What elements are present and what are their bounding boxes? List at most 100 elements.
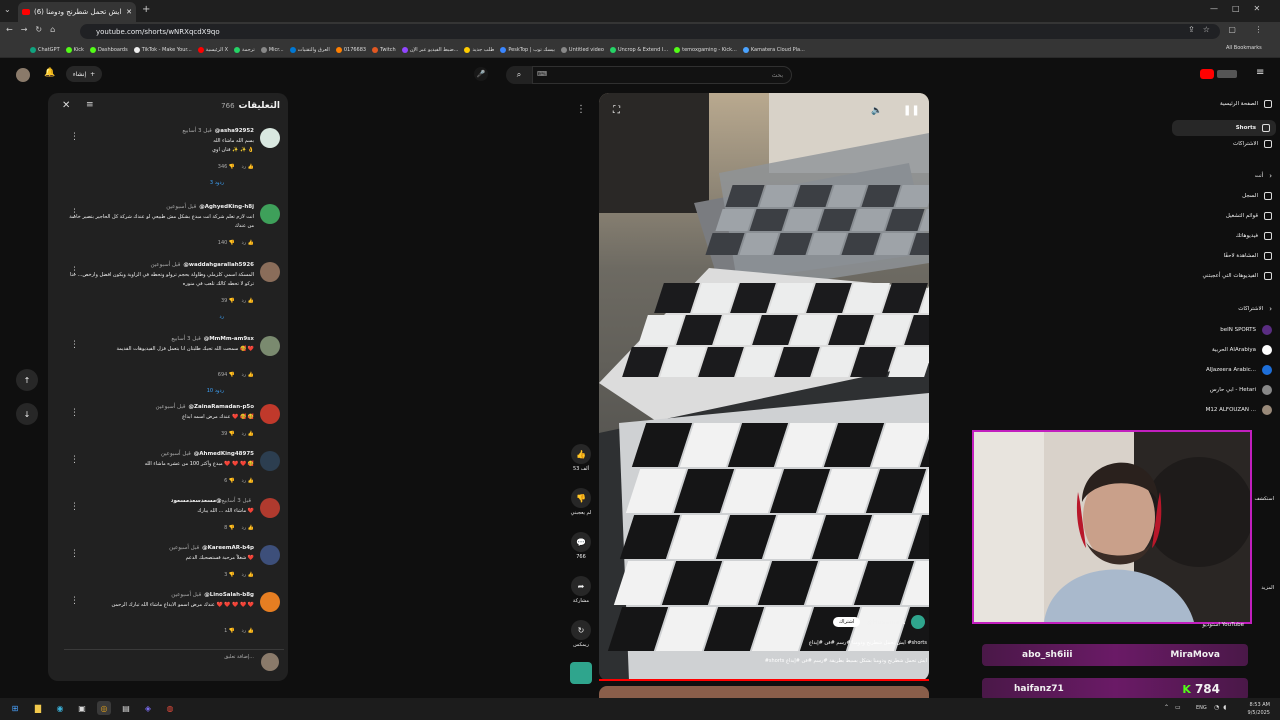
keyboard-icon[interactable]: ⌨ <box>537 70 547 78</box>
sidebar-item[interactable]: الاشتراكات <box>1172 140 1272 148</box>
bookmark-item[interactable]: Uncrop & Extend I... <box>609 45 668 55</box>
replies-toggle[interactable]: 3 ردود <box>210 180 224 186</box>
comment-author[interactable]: قبل 3 أسابيع @asha92952 <box>182 128 254 134</box>
bookmark-item[interactable]: طلب جديد <box>464 45 494 55</box>
like-icon[interactable]: 👍 <box>248 164 254 170</box>
subscribe-button[interactable]: اشتراك <box>833 617 861 627</box>
comment-author[interactable]: قبل 3 أسابيع@مسعدسعدمسعود <box>171 498 254 504</box>
sidebar-item[interactable]: Shorts <box>1172 120 1276 136</box>
reply-button[interactable]: رد <box>242 164 247 170</box>
chrome-icon[interactable]: ◎ <box>97 701 111 715</box>
create-button[interactable]: إنشاء + <box>66 66 102 82</box>
notifications-icon[interactable]: 🔔 <box>44 68 55 78</box>
comment-author[interactable]: قبل 3 أسابيع @MmMm-am9sx <box>171 336 254 342</box>
dislike-icon[interactable]: 👎 <box>229 431 235 437</box>
bookmark-item[interactable]: الرئيسية X <box>197 45 228 55</box>
toolbar-icons[interactable]: ⇪☆ ▢ ⋮ <box>1188 25 1271 34</box>
like-icon[interactable]: 👍 <box>248 572 254 578</box>
like-icon[interactable]: 👍 <box>248 478 254 484</box>
menu-icon[interactable]: ≡ <box>1256 67 1264 78</box>
comment-author[interactable]: قبل أسبوعين @ZainaRamadan-p5o <box>156 404 254 410</box>
new-tab-button[interactable]: + <box>142 4 150 15</box>
bookmark-item[interactable]: العرق والتقنيات <box>289 45 330 55</box>
sidebar-item[interactable]: فيديوهاتك <box>1172 232 1272 240</box>
share-icon[interactable]: ➦ <box>571 576 591 596</box>
like-icon[interactable]: 👍 <box>248 628 254 634</box>
window-controls[interactable]: —□✕ <box>1210 4 1274 13</box>
sort-comments-icon[interactable]: ≡ <box>86 100 94 110</box>
comment-author[interactable]: قبل أسبوعين @AhmedKing48975 <box>161 451 254 457</box>
store-icon[interactable]: ▣ <box>75 701 89 715</box>
comment-avatar[interactable] <box>260 404 280 424</box>
comment-author[interactable]: قبل أسبوعين @KareemAR-b4p <box>169 545 254 551</box>
add-comment-input[interactable]: إضافة تعليق... <box>64 654 254 660</box>
close-comments-icon[interactable]: ✕ <box>62 100 70 111</box>
nav-buttons[interactable]: ←→↻⌂ <box>6 25 63 34</box>
bookmark-item[interactable]: Kamatera Cloud Pla... <box>742 45 805 55</box>
subscription-item[interactable]: الحربية AlArabiya <box>1172 345 1272 355</box>
bookmark-item[interactable]: ضبط الفيديو عبر الإن... <box>401 45 458 55</box>
dislike-icon[interactable]: 👎 <box>229 298 235 304</box>
bookmark-item[interactable]: temoxgaming - Kick... <box>674 45 737 55</box>
share-action[interactable]: ➦ مشاركة <box>566 576 596 604</box>
tray-icons[interactable]: ⌃▭ <box>1164 704 1187 711</box>
like-icon[interactable]: 👍 <box>248 431 254 437</box>
sidebar-item[interactable]: الصفحة الرئيسية <box>1172 100 1272 108</box>
pause-icon[interactable]: ❚❚ <box>903 105 920 116</box>
dislike-icon[interactable]: 👎 <box>229 572 235 578</box>
comments-action[interactable]: 💬 766 <box>566 532 596 560</box>
search-button[interactable]: ⌕ <box>506 66 532 84</box>
replies-toggle[interactable]: رد <box>219 314 224 320</box>
all-bookmarks[interactable]: All Bookmarks <box>1226 45 1262 51</box>
bookmark-item[interactable]: Untitled video <box>560 45 604 55</box>
like-icon[interactable]: 👍 <box>248 240 254 246</box>
sidebar-item[interactable]: قوائم التشغيل <box>1172 212 1272 220</box>
app-icon-3[interactable]: ◍ <box>163 701 177 715</box>
bookmark-item[interactable]: Kick <box>65 45 84 55</box>
dislike-icon[interactable]: 👎 <box>229 628 235 634</box>
dislike-icon[interactable]: 👎 <box>229 478 235 484</box>
comments-icon[interactable]: 💬 <box>571 532 591 552</box>
expand-icon[interactable]: ⛶ <box>613 105 620 116</box>
comment-more-icon[interactable]: ⋮ <box>70 208 79 218</box>
sidebar-item[interactable]: السجل <box>1172 192 1272 200</box>
reply-button[interactable]: رد <box>242 478 247 484</box>
comment-more-icon[interactable]: ⋮ <box>70 549 79 559</box>
like-icon[interactable]: 👍 <box>248 298 254 304</box>
dislike-icon[interactable]: 👎 <box>571 488 591 508</box>
tab-close-icon[interactable]: ✕ <box>126 8 132 16</box>
comment-more-icon[interactable]: ⋮ <box>70 132 79 142</box>
subscription-item[interactable]: M12 ALFOUZAN ... <box>1172 405 1272 415</box>
app-icon-2[interactable]: ◈ <box>141 701 155 715</box>
sidebar-section-header[interactable]: الاشتراكات › <box>1172 305 1272 313</box>
reply-button[interactable]: رد <box>242 431 247 437</box>
comment-author[interactable]: قبل أسبوعين @LinoSalah-b8g <box>171 592 254 598</box>
subscription-item[interactable]: beIN SPORTS <box>1172 325 1272 335</box>
language-indicator[interactable]: ENG <box>1196 705 1207 711</box>
dislike-action[interactable]: 👎 لم يعجبني <box>566 488 596 516</box>
comment-more-icon[interactable]: ⋮ <box>70 502 79 512</box>
edge-icon[interactable]: ◉ <box>53 701 67 715</box>
sound-thumbnail[interactable] <box>570 662 592 684</box>
app-icon-1[interactable]: ▤ <box>119 701 133 715</box>
like-icon[interactable]: 👍 <box>248 525 254 531</box>
bookmark-item[interactable]: ترجمة <box>234 45 255 55</box>
sidebar-section-header[interactable]: أنت › <box>1172 172 1272 180</box>
remix-icon[interactable]: ↻ <box>571 620 591 640</box>
reply-button[interactable]: رد <box>242 525 247 531</box>
tray-icons-2[interactable]: ◔◖ <box>1214 704 1230 711</box>
replies-toggle[interactable]: 10 ردود <box>207 388 224 394</box>
short-more-icon[interactable]: ⋮ <box>576 104 586 115</box>
reply-button[interactable]: رد <box>242 372 247 378</box>
sidebar-item[interactable]: الفيديوهات التي أعجبتني <box>1172 272 1272 280</box>
search-input[interactable]: بحث <box>532 66 792 84</box>
dislike-icon[interactable]: 👎 <box>229 525 235 531</box>
bookmark-item[interactable]: ChatGPT <box>30 45 60 55</box>
like-icon[interactable]: 👍 <box>571 444 591 464</box>
comment-more-icon[interactable]: ⋮ <box>70 596 79 606</box>
dislike-icon[interactable]: 👎 <box>229 164 235 170</box>
bookmark-item[interactable]: TikTok - Make Your... <box>133 45 192 55</box>
avatar[interactable] <box>16 68 30 82</box>
reply-button[interactable]: رد <box>242 572 247 578</box>
remix-action[interactable]: ↻ ريمكس <box>566 620 596 648</box>
